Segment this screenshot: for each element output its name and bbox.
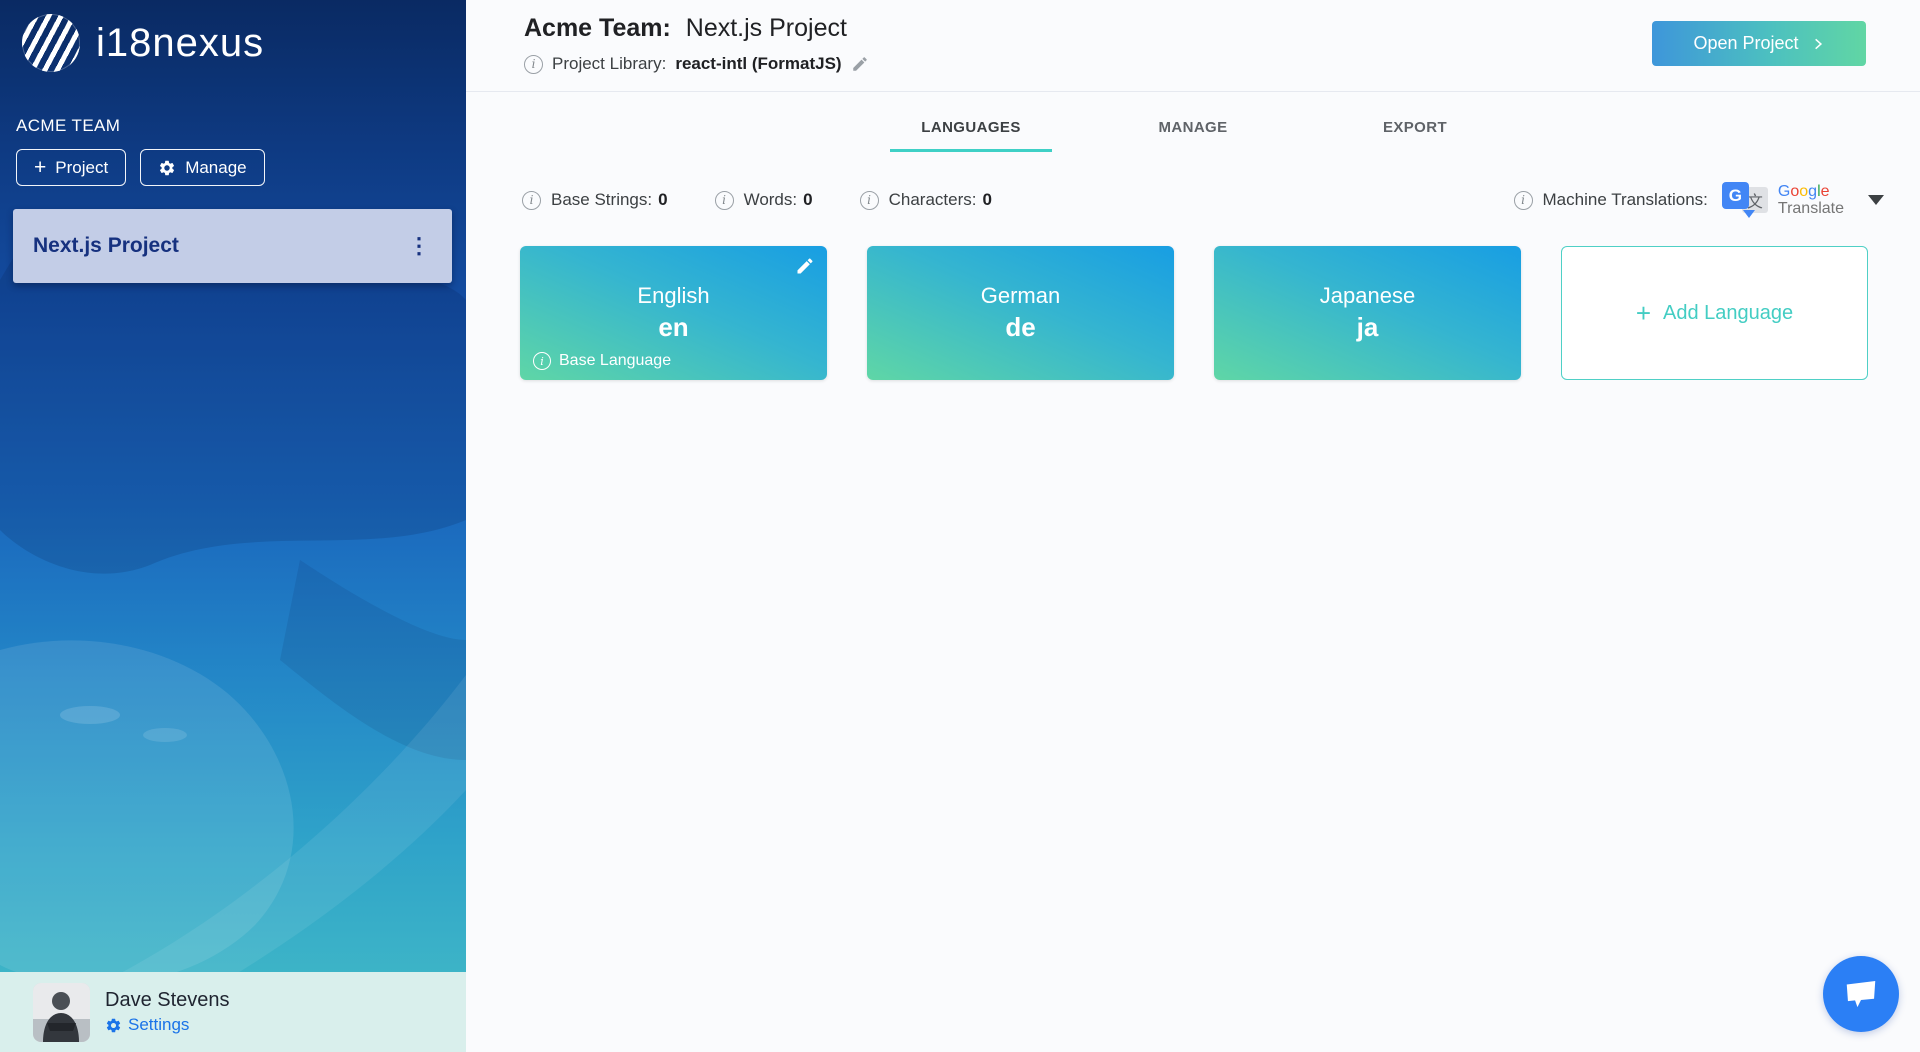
user-bar: Dave Stevens Settings: [0, 972, 466, 1052]
chat-widget-button[interactable]: [1823, 956, 1899, 1032]
chevron-right-icon: [1811, 37, 1825, 51]
info-icon: i: [524, 55, 543, 74]
project-item-name: Next.js Project: [33, 234, 179, 258]
user-avatar: [33, 983, 90, 1042]
edit-library-icon[interactable]: [851, 55, 869, 73]
settings-link[interactable]: Settings: [105, 1015, 230, 1035]
tab-manage[interactable]: MANAGE: [1112, 119, 1274, 152]
team-name: Acme Team:: [524, 14, 671, 42]
sidebar: i18nexus ACME TEAM + Project Manage Next…: [0, 0, 466, 1052]
manage-team-label: Manage: [185, 158, 246, 178]
add-project-label: Project: [55, 158, 108, 178]
plus-icon: +: [34, 157, 46, 178]
info-icon: i: [522, 191, 541, 210]
project-name: Next.js Project: [686, 14, 847, 42]
machine-translations-selector[interactable]: i Machine Translations: 文 G Google Trans…: [1514, 181, 1884, 219]
chevron-down-icon[interactable]: [1868, 195, 1884, 205]
stat-characters: i Characters: 0: [860, 190, 992, 210]
open-project-label: Open Project: [1693, 33, 1798, 54]
language-card-japanese[interactable]: Japanese ja: [1214, 246, 1521, 380]
sidebar-project-item[interactable]: Next.js Project ⋮: [13, 209, 452, 283]
info-icon: i: [860, 191, 879, 210]
tab-export[interactable]: EXPORT: [1334, 119, 1496, 152]
app-logo[interactable]: i18nexus: [0, 0, 466, 72]
chat-bubble-icon: [1842, 975, 1880, 1013]
globe-logo-icon: [22, 14, 80, 72]
edit-language-icon[interactable]: [795, 256, 815, 281]
info-icon: i: [715, 191, 734, 210]
project-library-label: Project Library:: [552, 54, 666, 74]
gear-icon: [158, 159, 176, 177]
plus-icon: +: [1636, 298, 1651, 329]
add-project-button[interactable]: + Project: [16, 149, 126, 186]
language-card-english[interactable]: English en i Base Language: [520, 246, 827, 380]
project-library-value: react-intl (FormatJS): [675, 54, 841, 74]
main-header: Acme Team: Next.js Project i Project Lib…: [466, 0, 1920, 92]
project-kebab-menu-icon[interactable]: ⋮: [402, 235, 436, 257]
settings-gear-icon: [105, 1017, 122, 1034]
user-name: Dave Stevens: [105, 989, 230, 1012]
open-project-button[interactable]: Open Project: [1652, 21, 1866, 66]
add-language-button[interactable]: + Add Language: [1561, 246, 1868, 380]
google-translate-icon: 文 G: [1722, 181, 1768, 219]
tabs: LANGUAGES MANAGE EXPORT: [466, 119, 1920, 152]
stats-row: i Base Strings: 0 i Words: 0 i Character…: [466, 181, 1920, 219]
stat-base-strings: i Base Strings: 0: [522, 190, 668, 210]
info-icon: i: [1514, 191, 1533, 210]
main-panel: Acme Team: Next.js Project i Project Lib…: [466, 0, 1920, 1052]
add-language-label: Add Language: [1663, 302, 1793, 325]
google-translate-wordmark: Google Translate: [1778, 183, 1844, 217]
tab-languages[interactable]: LANGUAGES: [890, 119, 1052, 152]
stat-words: i Words: 0: [715, 190, 813, 210]
app-logo-text: i18nexus: [96, 23, 264, 63]
info-icon: i: [533, 352, 551, 370]
settings-label: Settings: [128, 1015, 189, 1035]
language-card-german[interactable]: German de: [867, 246, 1174, 380]
manage-team-button[interactable]: Manage: [140, 149, 264, 186]
language-cards: English en i Base Language German de Jap…: [466, 246, 1920, 380]
team-label: ACME TEAM: [16, 116, 466, 136]
base-language-badge: i Base Language: [533, 352, 671, 370]
machine-translations-label: Machine Translations:: [1543, 190, 1708, 210]
